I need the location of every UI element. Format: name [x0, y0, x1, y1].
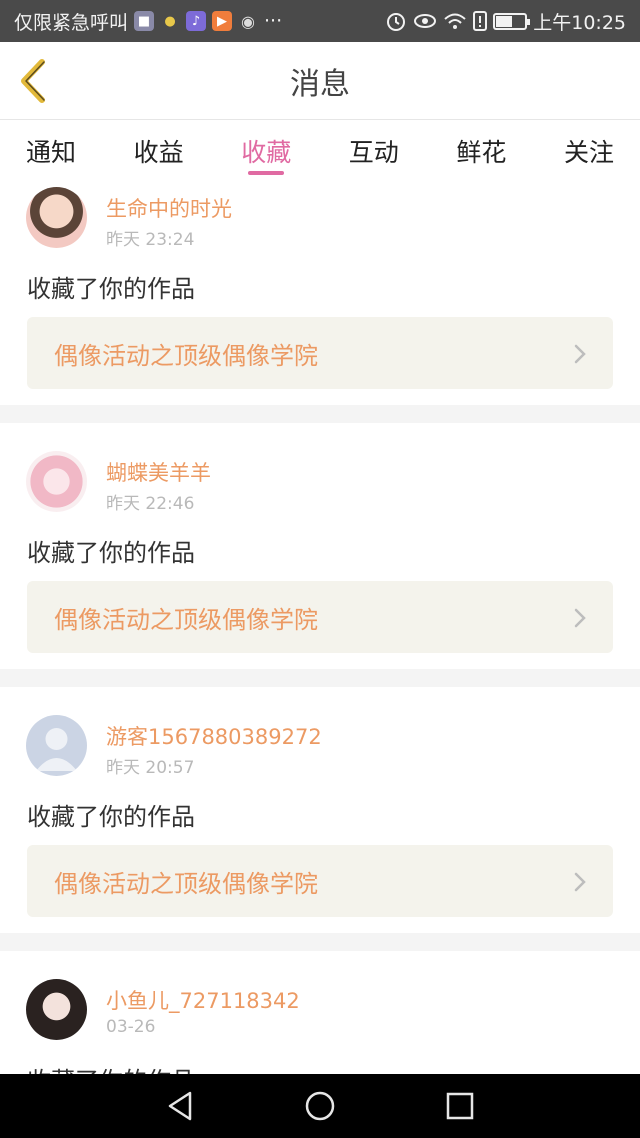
- tab-label: 关注: [563, 138, 614, 167]
- more-notifications-icon: ···: [264, 10, 283, 32]
- wechat-icon: ◉: [241, 11, 255, 31]
- tab-label: 互动: [348, 138, 399, 167]
- avatar[interactable]: [26, 451, 87, 512]
- work-link[interactable]: 偶像活动之顶级偶像学院: [27, 845, 613, 917]
- triangle-back-icon: [168, 1091, 192, 1121]
- eye-icon: [414, 14, 437, 28]
- active-tab-indicator: [248, 171, 285, 175]
- work-link[interactable]: 偶像活动之顶级偶像学院: [27, 317, 613, 389]
- list-item: 蝴蝶美羊羊 昨天 22:46 收藏了你的作品 偶像活动之顶级偶像学院: [0, 423, 640, 669]
- list-item: 生命中的时光 昨天 23:24 收藏了你的作品 偶像活动之顶级偶像学院: [0, 181, 640, 405]
- tab-flowers[interactable]: 鲜花: [456, 121, 506, 181]
- nav-home-button[interactable]: [300, 1086, 340, 1126]
- sim-alert-icon: [473, 11, 488, 31]
- status-bar: 仅限紧急呼叫 ■ ● ♪ ▶ ◉ ··· 上午10:25: [0, 0, 640, 42]
- action-text: 收藏了你的作品: [27, 539, 195, 567]
- tab-label: 收藏: [241, 138, 292, 167]
- avatar[interactable]: [26, 187, 87, 248]
- work-link[interactable]: 偶像活动之顶级偶像学院: [27, 581, 613, 653]
- tab-following[interactable]: 关注: [564, 121, 614, 181]
- system-nav-bar: [0, 1074, 640, 1138]
- list-item: 小鱼儿_727118342 03-26 收藏了你的作品: [0, 951, 640, 1074]
- alarm-icon: [387, 13, 406, 31]
- carrier-text: 仅限紧急呼叫: [14, 11, 129, 34]
- back-arrow-icon: [21, 59, 45, 103]
- nav-recents-button[interactable]: [440, 1086, 480, 1126]
- list-item: 游客1567880389272 昨天 20:57 收藏了你的作品 偶像活动之顶级…: [0, 687, 640, 933]
- divider: [0, 405, 640, 423]
- chevron-right-icon: [574, 344, 586, 364]
- tab-favorites[interactable]: 收藏: [241, 121, 291, 181]
- clock-text: 上午10:25: [533, 11, 626, 34]
- tab-notifications[interactable]: 通知: [26, 121, 76, 181]
- action-text: 收藏了你的作品: [27, 1061, 195, 1074]
- tab-label: 收益: [133, 138, 184, 167]
- message-list[interactable]: 生命中的时光 昨天 23:24 收藏了你的作品 偶像活动之顶级偶像学院 蝴蝶美羊…: [0, 181, 640, 1074]
- security-app-icon: ■: [134, 11, 155, 31]
- avatar[interactable]: [26, 979, 87, 1040]
- back-button[interactable]: [14, 56, 58, 106]
- work-title: 偶像活动之顶级偶像学院: [54, 869, 318, 898]
- username[interactable]: 蝴蝶美羊羊: [106, 457, 211, 487]
- avatar[interactable]: [26, 715, 87, 776]
- timestamp: 03-26: [106, 1017, 156, 1037]
- divider: [0, 669, 640, 687]
- chevron-right-icon: [574, 872, 586, 892]
- tab-bar: 通知 收益 收藏 互动 鲜花 关注: [0, 121, 640, 181]
- tab-earnings[interactable]: 收益: [134, 121, 184, 181]
- chevron-right-icon: [574, 608, 586, 628]
- default-user-icon: [36, 728, 77, 771]
- username[interactable]: 游客1567880389272: [106, 721, 322, 751]
- divider: [0, 933, 640, 951]
- timestamp: 昨天 22:46: [106, 494, 195, 514]
- music-app-icon: ♪: [186, 11, 207, 31]
- header: 消息: [0, 42, 640, 120]
- action-text: 收藏了你的作品: [27, 275, 195, 303]
- timestamp: 昨天 20:57: [106, 758, 195, 778]
- nav-back-button[interactable]: [160, 1086, 200, 1126]
- work-title: 偶像活动之顶级偶像学院: [54, 605, 318, 634]
- lightbulb-icon: ●: [164, 13, 176, 29]
- page-title: 消息: [290, 66, 350, 102]
- timestamp: 昨天 23:24: [106, 230, 195, 250]
- video-app-icon: ▶: [212, 11, 233, 31]
- tab-label: 鲜花: [456, 138, 507, 167]
- tab-interactions[interactable]: 互动: [349, 121, 399, 181]
- battery-icon: [493, 12, 531, 30]
- username[interactable]: 小鱼儿_727118342: [106, 985, 300, 1015]
- square-recents-icon: [446, 1092, 474, 1120]
- circle-home-icon: [305, 1091, 335, 1121]
- work-title: 偶像活动之顶级偶像学院: [54, 341, 318, 370]
- tab-label: 通知: [26, 138, 77, 167]
- wifi-icon: [444, 13, 466, 29]
- username[interactable]: 生命中的时光: [106, 193, 232, 223]
- action-text: 收藏了你的作品: [27, 803, 195, 831]
